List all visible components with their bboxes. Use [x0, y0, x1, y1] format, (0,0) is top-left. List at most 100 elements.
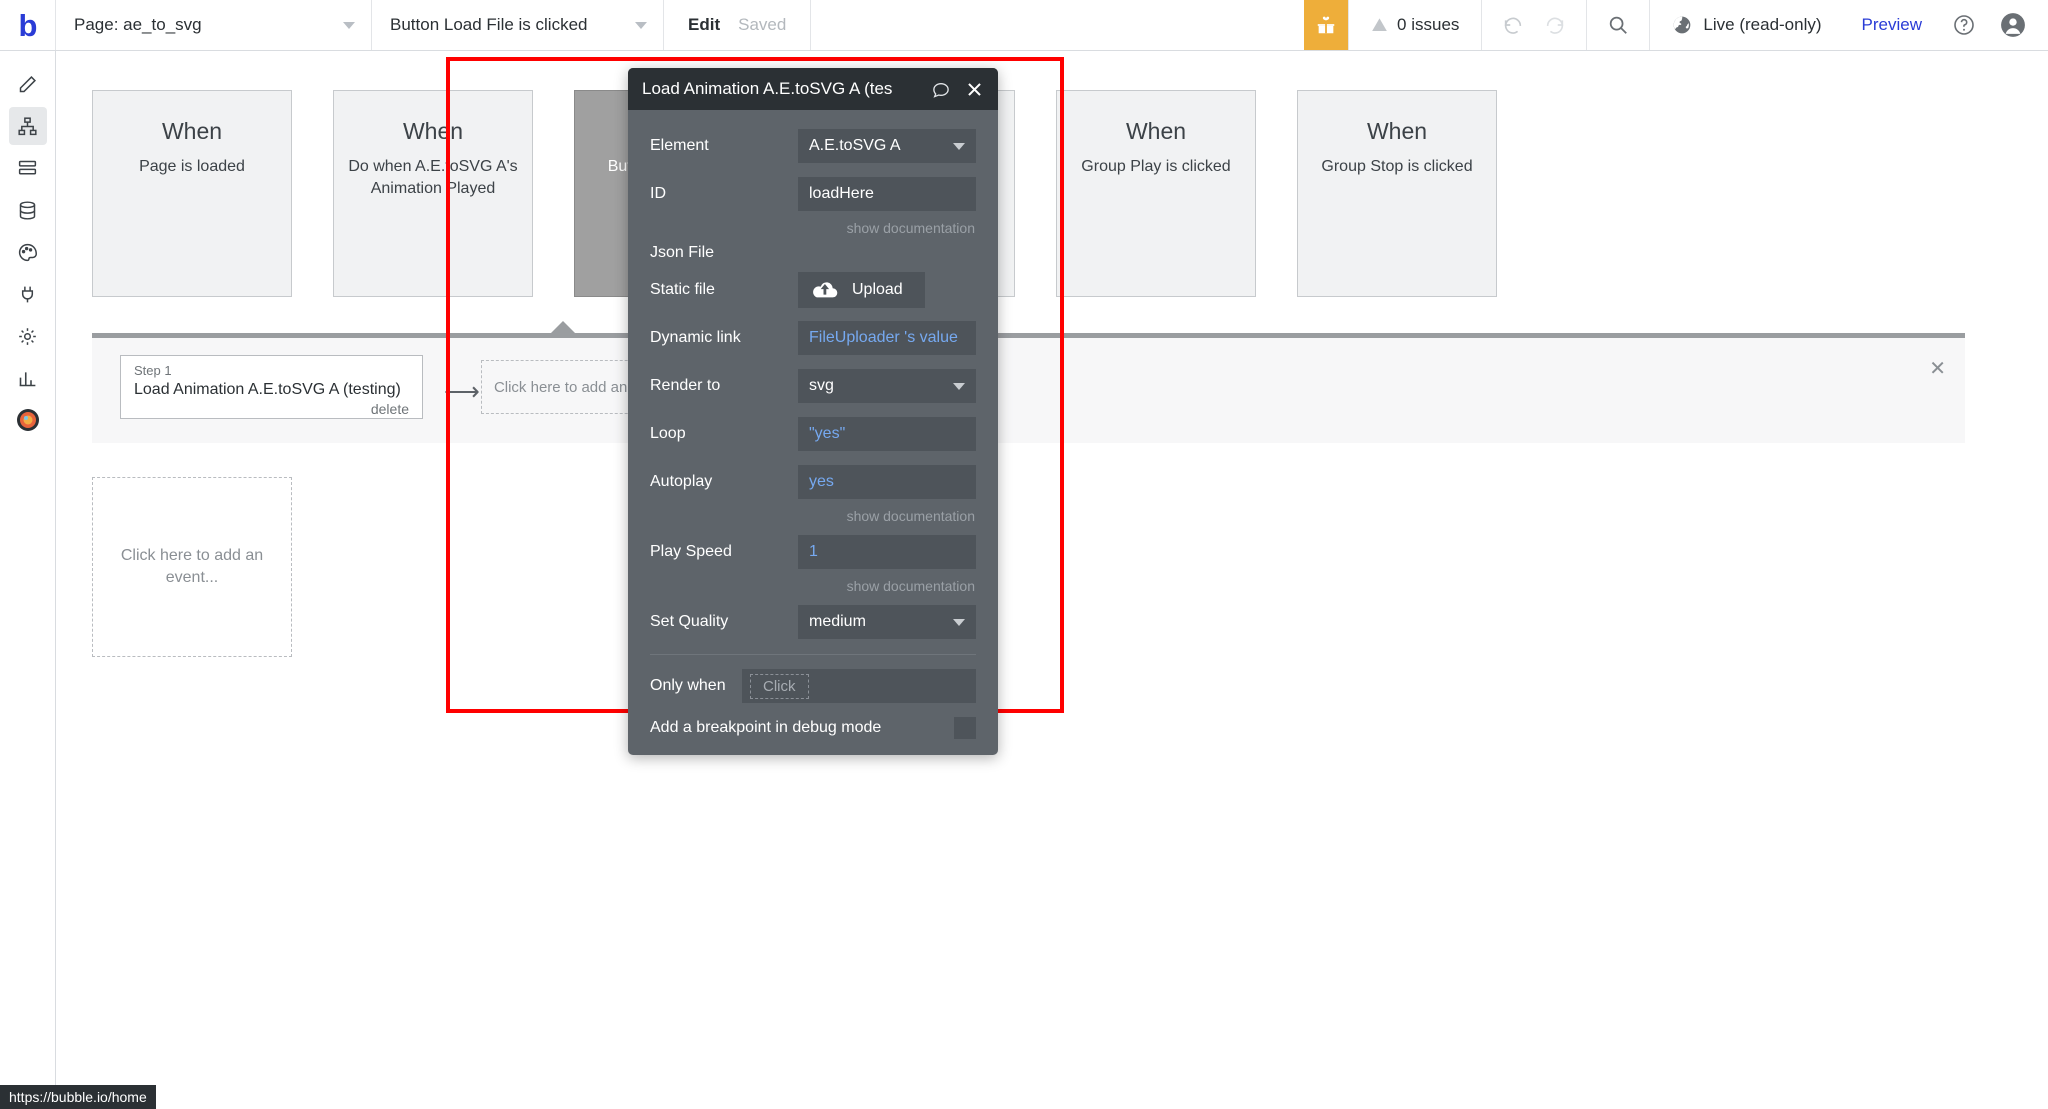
bubble-logo-glyph: b	[18, 7, 38, 43]
sidebar-item-workflow[interactable]	[8, 107, 47, 145]
event-card[interactable]: When Do when A.E.toSVG A's Animation Pla…	[333, 90, 533, 297]
dynamic-link-input[interactable]: FileUploader 's value	[798, 321, 976, 355]
id-show-documentation-link[interactable]: show documentation	[650, 220, 976, 236]
workflow-canvas: When Page is loaded When Do when A.E.toS…	[57, 51, 2048, 1109]
event-description: Page is loaded	[139, 158, 245, 175]
event-card[interactable]: When Group Stop is clicked	[1297, 90, 1497, 297]
autoplay-show-documentation-link[interactable]: show documentation	[650, 508, 976, 524]
sitemap-icon	[18, 116, 37, 135]
workflow-selector[interactable]: Button Load File is clicked	[372, 0, 664, 50]
edit-mode-group: Edit Saved	[664, 0, 812, 50]
id-field-label: ID	[650, 185, 666, 202]
undo-arrow-icon[interactable]	[1502, 14, 1524, 36]
issues-button[interactable]: 0 issues	[1348, 0, 1483, 50]
autoplay-input[interactable]: yes	[798, 465, 976, 499]
action-properties-popup: Load Animation A.E.toSVG A (tes Element …	[628, 68, 998, 755]
only-when-input[interactable]: Click	[742, 669, 976, 703]
close-x-icon[interactable]	[965, 80, 984, 99]
popup-header: Load Animation A.E.toSVG A (tes	[628, 68, 998, 110]
user-menu-button[interactable]	[1988, 0, 2048, 50]
render-to-select[interactable]: svg	[798, 369, 976, 403]
redo-arrow-icon[interactable]	[1544, 14, 1566, 36]
sidebar-item-logs[interactable]	[9, 359, 47, 397]
chevron-down-icon	[635, 21, 647, 29]
palette-icon	[18, 243, 37, 261]
edit-button[interactable]: Edit	[688, 15, 720, 35]
top-toolbar: b Page: ae_to_svg Button Load File is cl…	[0, 0, 2048, 51]
add-event-placeholder[interactable]: Click here to add an event...	[92, 477, 292, 657]
layers-icon	[18, 160, 37, 174]
loop-input[interactable]: "yes"	[798, 417, 976, 451]
upload-button[interactable]: Upload	[798, 272, 925, 308]
gear-icon	[19, 327, 36, 345]
help-button[interactable]	[1940, 0, 1988, 50]
search-button[interactable]	[1587, 0, 1651, 50]
sidebar-item-settings[interactable]	[9, 317, 47, 355]
field-row-play-speed: Play Speed 1	[650, 530, 976, 574]
action-sequence-bar: Step 1 Load Animation A.E.toSVG A (testi…	[92, 321, 1965, 443]
field-row-id: ID loadHere	[650, 172, 976, 216]
preview-button[interactable]: Preview	[1844, 0, 1940, 50]
id-input[interactable]: loadHere	[798, 177, 976, 211]
workflow-step-card[interactable]: Step 1 Load Animation A.E.toSVG A (testi…	[120, 355, 423, 419]
database-icon	[19, 200, 36, 220]
set-quality-label: Set Quality	[650, 613, 729, 630]
field-row-autoplay: Autoplay yes	[650, 460, 976, 504]
warning-triangle-icon	[1372, 18, 1387, 31]
id-input-value: loadHere	[809, 185, 874, 202]
autoplay-label: Autoplay	[650, 473, 713, 490]
set-quality-select[interactable]: medium	[798, 605, 976, 639]
event-description: Do when A.E.toSVG A's Animation Played	[348, 158, 518, 197]
speech-bubble-icon[interactable]	[931, 80, 951, 99]
dynamic-link-label: Dynamic link	[650, 329, 741, 346]
live-version-selector[interactable]: Live (read-only)	[1650, 0, 1843, 50]
field-row-set-quality: Set Quality medium	[650, 600, 976, 644]
arrow-right-icon: ⟶	[444, 378, 480, 406]
page-selector[interactable]: Page: ae_to_svg	[56, 0, 372, 50]
sidebar-item-database[interactable]	[9, 191, 47, 229]
breakpoint-label: Add a breakpoint in debug mode	[650, 719, 882, 736]
magnifier-icon	[1610, 16, 1628, 34]
breakpoint-checkbox[interactable]	[954, 717, 976, 739]
gift-button[interactable]	[1304, 0, 1349, 50]
render-to-label: Render to	[650, 377, 721, 394]
live-version-label: Live (read-only)	[1703, 15, 1822, 34]
sidebar-item-app-thumbnail[interactable]	[9, 401, 47, 439]
bubble-logo[interactable]: b	[0, 0, 56, 50]
chevron-down-icon	[953, 142, 965, 150]
event-card[interactable]: When Group Play is clicked	[1056, 90, 1256, 297]
play-speed-label: Play Speed	[650, 543, 732, 560]
app-thumbnail-icon	[16, 409, 39, 431]
element-field-label: Element	[650, 137, 709, 154]
issues-count-label: 0 issues	[1397, 15, 1460, 34]
set-quality-value: medium	[809, 613, 866, 630]
status-bar-url: https://bubble.io/home	[0, 1085, 156, 1109]
bar-chart-icon	[19, 371, 36, 386]
sidebar-item-data[interactable]	[9, 149, 47, 187]
status-bar-url-text: https://bubble.io/home	[9, 1089, 147, 1105]
play-speed-input[interactable]: 1	[798, 535, 976, 569]
close-x-icon[interactable]: ✕	[1929, 356, 1946, 381]
pencil-icon	[19, 75, 36, 92]
field-row-static-file: Static file Upload	[650, 268, 976, 312]
event-description: Group Play is clicked	[1081, 158, 1231, 175]
gift-icon	[1317, 16, 1335, 34]
globe-icon	[1674, 16, 1691, 34]
upload-button-label: Upload	[852, 281, 903, 298]
event-card[interactable]: When Page is loaded	[92, 90, 292, 297]
step-delete-button[interactable]: delete	[134, 401, 409, 417]
element-select[interactable]: A.E.toSVG A	[798, 129, 976, 163]
sidebar-item-plugins[interactable]	[9, 275, 47, 313]
dynamic-link-value: FileUploader 's value	[809, 329, 958, 346]
field-row-element: Element A.E.toSVG A	[650, 124, 976, 168]
field-row-only-when: Only when Click	[650, 655, 976, 709]
field-row-breakpoint: Add a breakpoint in debug mode	[650, 709, 976, 755]
event-when-label: When	[402, 118, 464, 144]
sidebar-item-styles[interactable]	[9, 233, 47, 271]
render-to-value: svg	[809, 377, 834, 394]
workflow-selector-label: Button Load File is clicked	[390, 15, 588, 34]
event-when-label: When	[1125, 118, 1187, 144]
play-speed-show-documentation-link[interactable]: show documentation	[650, 578, 976, 594]
sidebar-item-design[interactable]	[9, 65, 47, 103]
popup-body: Element A.E.toSVG A ID loadHere show doc…	[628, 110, 998, 755]
